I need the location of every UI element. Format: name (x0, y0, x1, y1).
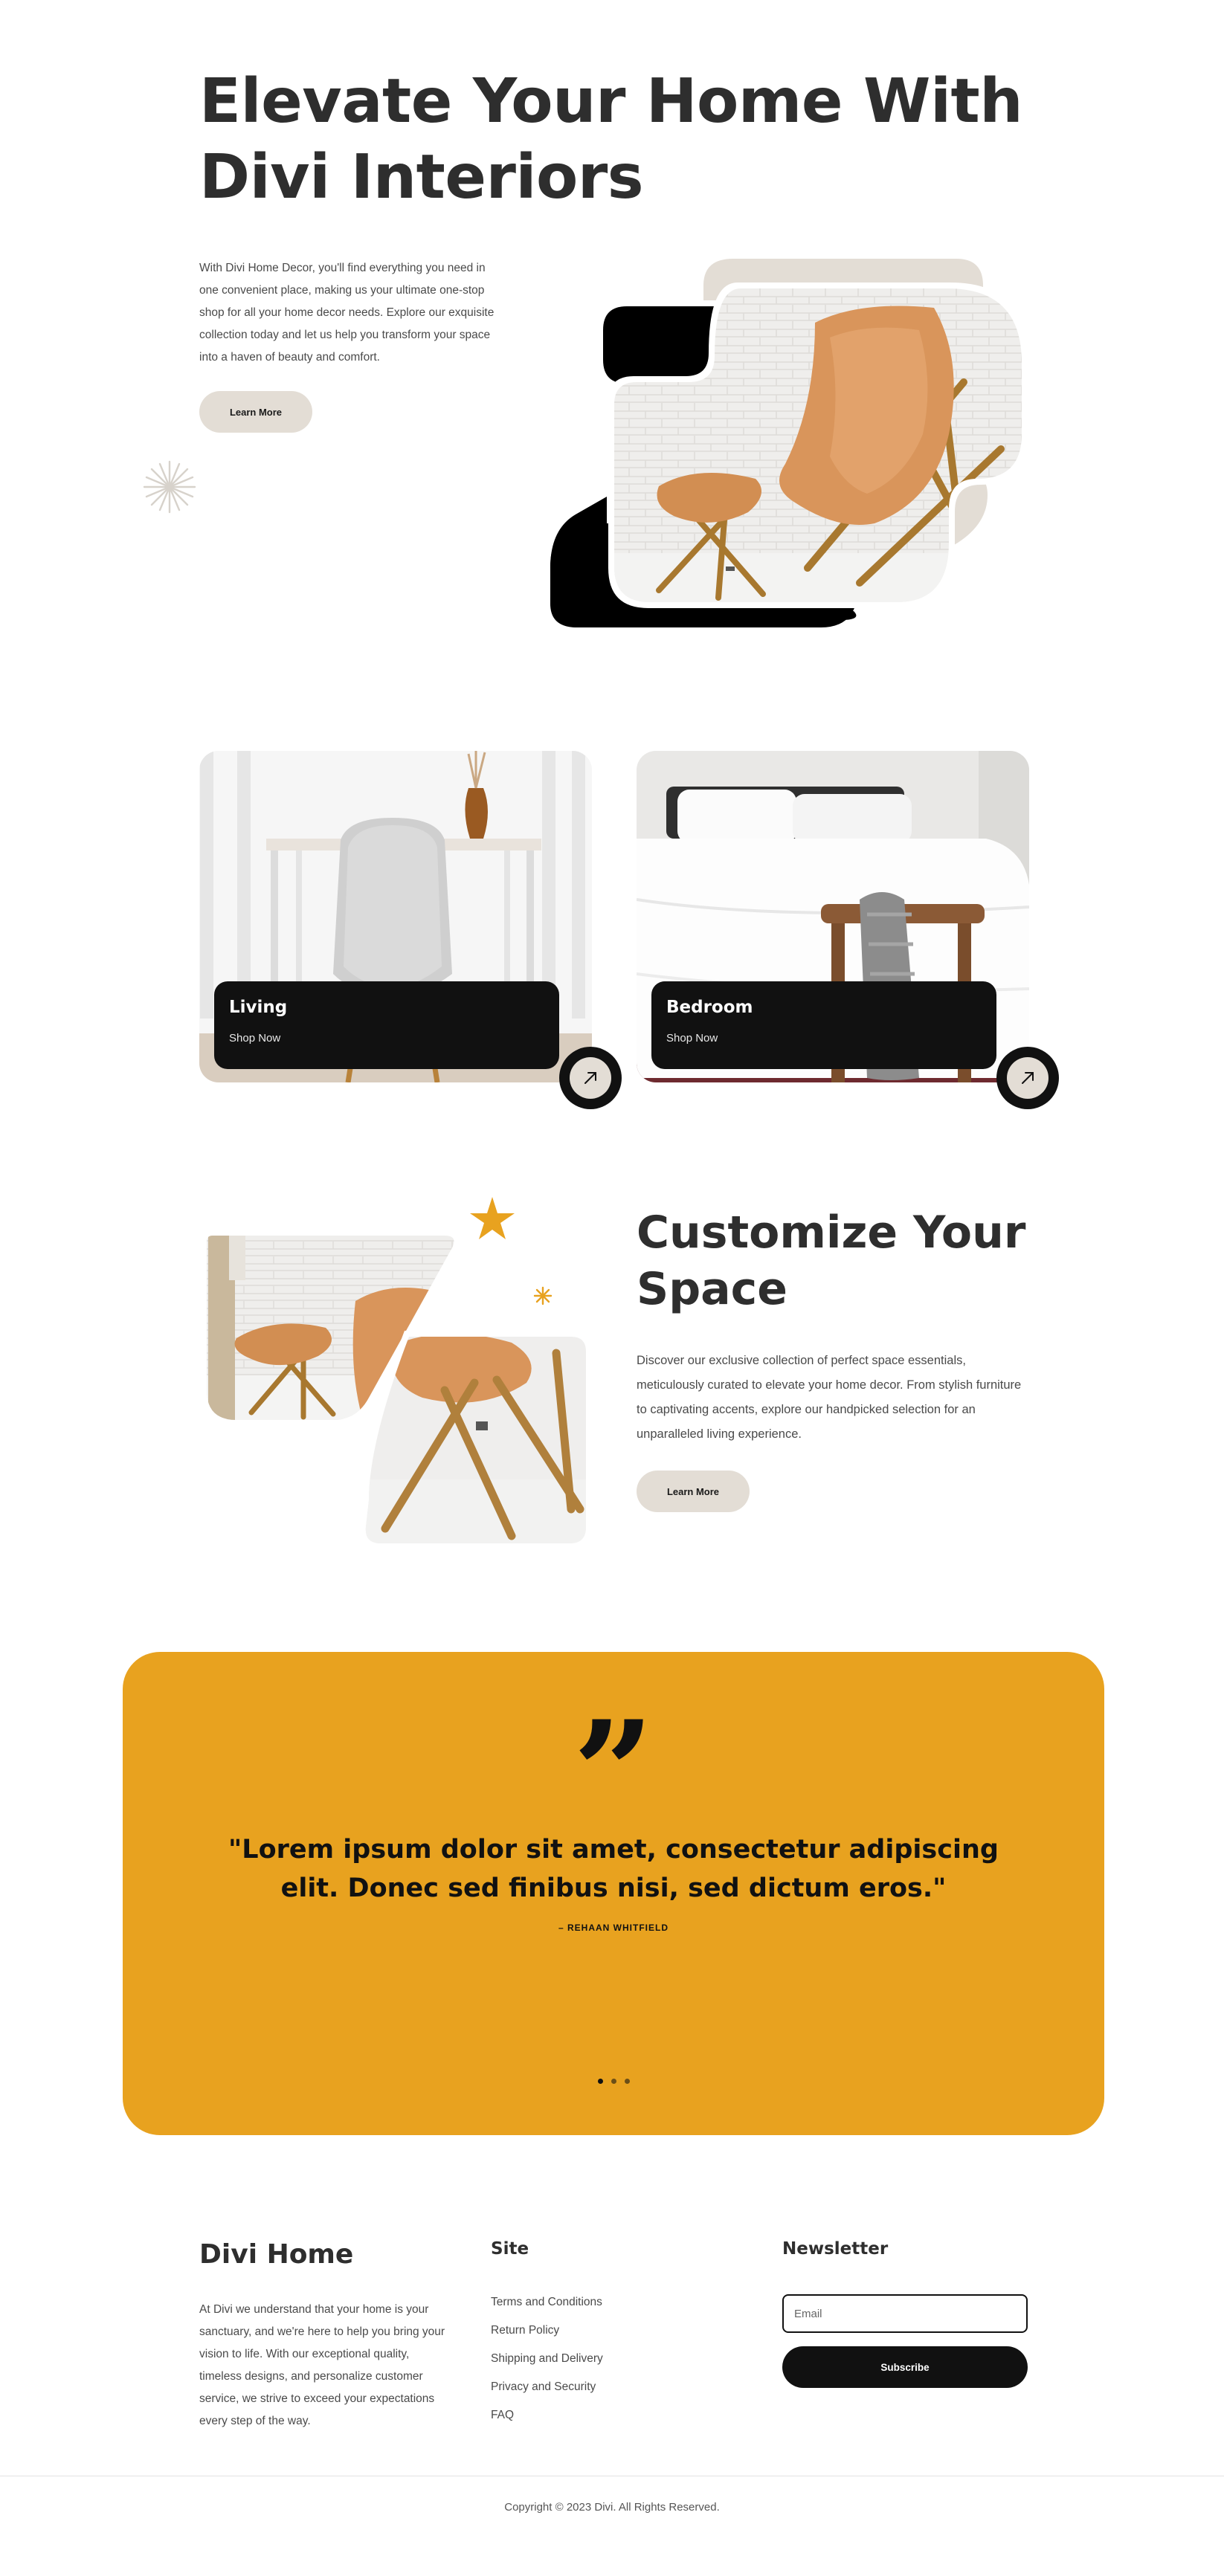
footer-site-links: Terms and Conditions Return Policy Shipp… (491, 2288, 603, 2430)
customize-chairs-image (207, 1197, 592, 1546)
footer-about-text: At Divi we understand that your home is … (199, 2303, 445, 2427)
arrow-up-right-icon (1022, 1072, 1034, 1084)
footer-link-terms[interactable]: Terms and Conditions (491, 2288, 603, 2317)
slider-dot-3[interactable] (624, 2079, 630, 2084)
customize-description: Discover our exclusive collection of per… (637, 1354, 1022, 1441)
testimonial-quote: "Lorem ipsum dolor sit amet, consectetur… (228, 1835, 999, 1903)
footer-link-returns[interactable]: Return Policy (491, 2317, 603, 2345)
testimonial-author: – REHAAN WHITFIELD (558, 1923, 669, 1933)
newsletter-email-input[interactable] (782, 2294, 1028, 2333)
slider-pagination (123, 2079, 1104, 2084)
bedroom-arrow-button[interactable] (996, 1047, 1059, 1109)
category-label-living: Living Shop Now (214, 981, 559, 1069)
sparkle-icon (143, 460, 196, 514)
category-title: Living (229, 998, 288, 1017)
category-title: Bedroom (666, 998, 753, 1017)
hero-title: Elevate Your Home With Divi Interiors (199, 66, 1023, 213)
testimonial-section: ” "Lorem ipsum dolor sit amet, consectet… (123, 1652, 1104, 2135)
slider-dot-2[interactable] (611, 2079, 616, 2084)
shop-now-link[interactable]: Shop Now (229, 1032, 544, 1045)
hero-chair-image (550, 259, 1023, 627)
category-label-bedroom: Bedroom Shop Now (651, 981, 996, 1069)
footer-link-privacy[interactable]: Privacy and Security (491, 2373, 603, 2401)
subscribe-button[interactable]: Subscribe (782, 2346, 1028, 2388)
hero-learn-more-button[interactable]: Learn More (199, 391, 312, 433)
footer-site-heading: Site (491, 2239, 529, 2259)
hero-description: With Divi Home Decor, you'll find everyt… (199, 262, 495, 364)
customize-learn-more-button[interactable]: Learn More (637, 1471, 750, 1512)
footer-link-shipping[interactable]: Shipping and Delivery (491, 2345, 603, 2373)
customize-title: Customize Your Space (637, 1207, 1026, 1315)
footer-link-faq[interactable]: FAQ (491, 2401, 603, 2430)
footer-newsletter-heading: Newsletter (782, 2239, 889, 2259)
slider-dot-1[interactable] (597, 2079, 603, 2084)
arrow-up-right-icon (584, 1072, 596, 1084)
star-icon (470, 1197, 515, 1239)
quote-icon: ” (573, 1690, 654, 1856)
living-arrow-button[interactable] (559, 1047, 622, 1109)
copyright-text: Copyright © 2023 Divi. All Rights Reserv… (504, 2501, 720, 2514)
footer-brand: Divi Home (199, 2239, 354, 2270)
shop-now-link[interactable]: Shop Now (666, 1032, 982, 1045)
